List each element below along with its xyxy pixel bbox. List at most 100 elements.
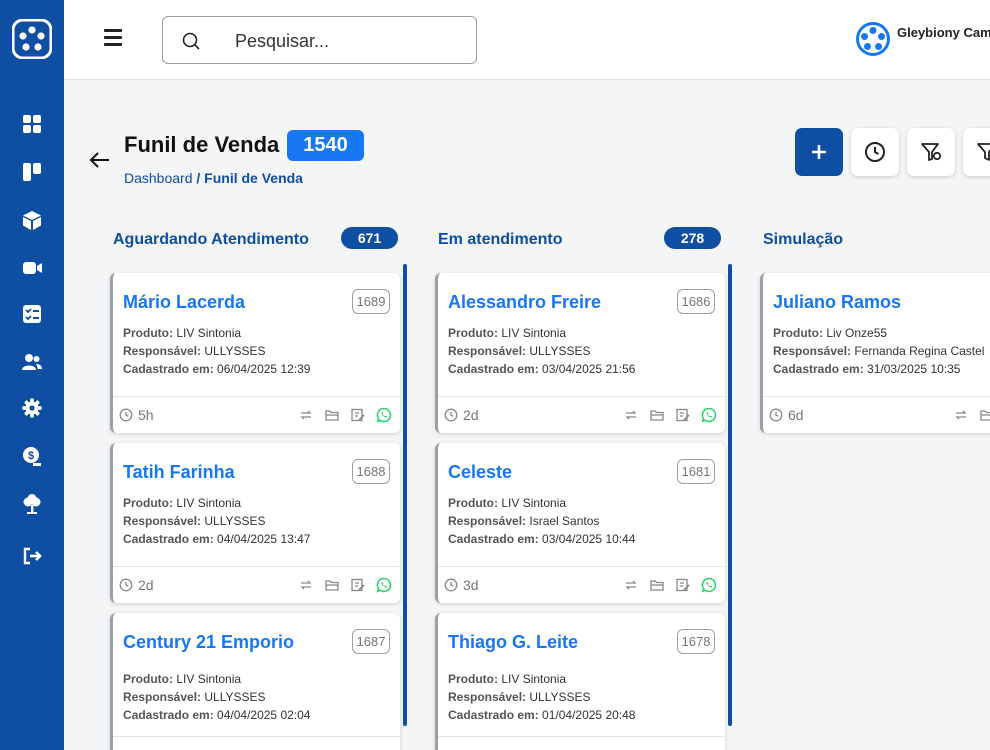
money-icon[interactable]: $ — [20, 444, 44, 468]
edit-note-icon[interactable] — [675, 577, 691, 593]
clock-icon — [444, 408, 458, 422]
transfer-icon[interactable] — [298, 407, 314, 423]
card-footer — [113, 736, 400, 750]
column-title: Aguardando Atendimento — [113, 231, 309, 248]
lead-card[interactable]: Thiago G. Leite 1678 Produto: LIV Sinton… — [435, 613, 725, 750]
elapsed-time: 2d — [444, 407, 479, 423]
lead-card[interactable]: Mário Lacerda 1689 Produto: LIV Sintonia… — [110, 273, 400, 433]
lead-responsible: Responsável: ULLYSSES — [448, 690, 591, 704]
gear-icon[interactable] — [20, 396, 44, 420]
lead-created-at: Cadastrado em: 31/03/2025 10:35 — [773, 362, 961, 376]
card-actions — [288, 407, 392, 423]
transfer-icon[interactable] — [298, 577, 314, 593]
app-logo-icon[interactable] — [11, 18, 53, 60]
lead-responsible: Responsável: ULLYSSES — [123, 514, 266, 528]
elapsed-time: 5h — [119, 407, 154, 423]
lead-created-at: Cadastrado em: 04/04/2025 02:04 — [123, 708, 311, 722]
edit-note-icon[interactable] — [675, 407, 691, 423]
lead-responsible: Responsável: Fernanda Regina Castel — [773, 344, 985, 358]
lead-responsible: Responsável: ULLYSSES — [123, 344, 266, 358]
add-button[interactable] — [795, 128, 843, 176]
history-icon — [865, 142, 885, 162]
folder-icon[interactable] — [324, 577, 340, 593]
elapsed-time: 3d — [444, 577, 479, 593]
column-title: Em atendimento — [438, 231, 563, 248]
clock-icon — [119, 578, 133, 592]
kanban-icon[interactable] — [20, 160, 44, 184]
search-box — [162, 16, 477, 64]
whatsapp-icon[interactable] — [376, 407, 392, 423]
lead-id-badge: 1687 — [352, 629, 390, 654]
lead-card[interactable]: Century 21 Emporio 1687 Produto: LIV Sin… — [110, 613, 400, 750]
search-icon — [182, 32, 200, 50]
lead-product: Produto: LIV Sintonia — [448, 496, 567, 510]
checklist-icon[interactable] — [20, 302, 44, 326]
edit-note-icon[interactable] — [350, 407, 366, 423]
lead-name: Thiago G. Leite — [448, 632, 579, 652]
add-icon — [812, 145, 826, 159]
card-actions — [613, 407, 717, 423]
lead-name: Century 21 Emporio — [123, 632, 295, 652]
lead-card[interactable]: Alessandro Freire 1686 Produto: LIV Sint… — [435, 273, 725, 433]
breadcrumb: Dashboard / Funil de Venda — [124, 170, 303, 186]
lead-card[interactable]: Celeste 1681 Produto: LIV Sintonia Respo… — [435, 443, 725, 603]
svg-text:$: $ — [28, 450, 34, 462]
search-input[interactable] — [235, 28, 465, 54]
filter-settings-icon — [921, 143, 942, 161]
user-avatar[interactable] — [856, 22, 890, 56]
whatsapp-icon[interactable] — [376, 577, 392, 593]
transfer-icon[interactable] — [623, 407, 639, 423]
lead-card[interactable]: Juliano Ramos Produto: Liv Onze55 Respon… — [760, 273, 990, 433]
lead-name: Tatih Farinha — [123, 462, 235, 482]
lead-id-badge: 1678 — [677, 629, 715, 654]
cube-icon[interactable] — [20, 208, 44, 232]
card-footer: 5h — [113, 396, 400, 433]
lead-name: Mário Lacerda — [123, 292, 246, 312]
lead-product: Produto: LIV Sintonia — [123, 672, 242, 686]
breadcrumb-dashboard-link[interactable]: Dashboard — [124, 170, 193, 186]
whatsapp-icon[interactable] — [701, 407, 717, 423]
column-count-badge: 671 — [341, 227, 398, 249]
top-header: Gleybiony Cam — [64, 0, 990, 80]
lead-responsible: Responsável: ULLYSSES — [123, 690, 266, 704]
lead-card[interactable]: Tatih Farinha 1688 Produto: LIV Sintonia… — [110, 443, 400, 603]
edit-note-icon[interactable] — [350, 577, 366, 593]
lead-created-at: Cadastrado em: 03/04/2025 21:56 — [448, 362, 636, 376]
transfer-icon[interactable] — [953, 407, 969, 423]
card-footer: 6d — [763, 396, 990, 433]
lead-name: Alessandro Freire — [448, 292, 602, 312]
lead-id-badge: 1681 — [677, 459, 715, 484]
folder-icon[interactable] — [649, 577, 665, 593]
logout-icon[interactable] — [20, 544, 44, 568]
folder-icon[interactable] — [649, 407, 665, 423]
filter-button[interactable] — [963, 128, 990, 176]
filter-icon — [977, 143, 990, 161]
tree-icon[interactable] — [20, 492, 44, 516]
lead-created-at: Cadastrado em: 03/04/2025 10:44 — [448, 532, 636, 546]
folder-icon[interactable] — [324, 407, 340, 423]
users-icon[interactable] — [20, 350, 44, 374]
back-arrow-icon[interactable] — [88, 150, 112, 170]
elapsed-time: 6d — [769, 407, 804, 423]
video-icon[interactable] — [20, 256, 44, 280]
card-actions — [943, 407, 990, 423]
column-scrollbar[interactable] — [728, 264, 732, 726]
transfer-icon[interactable] — [623, 577, 639, 593]
card-footer: 2d — [113, 566, 400, 603]
clock-icon — [444, 578, 458, 592]
history-button[interactable] — [851, 128, 899, 176]
dashboard-icon[interactable] — [20, 112, 44, 136]
clock-icon — [769, 408, 783, 422]
folder-icon[interactable] — [979, 407, 990, 423]
total-count-badge: 1540 — [287, 130, 364, 161]
filter-settings-button[interactable] — [907, 128, 955, 176]
column-scrollbar[interactable] — [403, 264, 407, 726]
lead-created-at: Cadastrado em: 06/04/2025 12:39 — [123, 362, 311, 376]
menu-toggle-button[interactable] — [104, 29, 124, 51]
whatsapp-icon[interactable] — [701, 577, 717, 593]
column-title: Simulação — [763, 231, 844, 248]
page-title: Funil de Venda — [124, 132, 280, 157]
lead-product: Produto: LIV Sintonia — [123, 496, 242, 510]
breadcrumb-current: / Funil de Venda — [196, 170, 303, 186]
lead-created-at: Cadastrado em: 01/04/2025 20:48 — [448, 708, 636, 722]
